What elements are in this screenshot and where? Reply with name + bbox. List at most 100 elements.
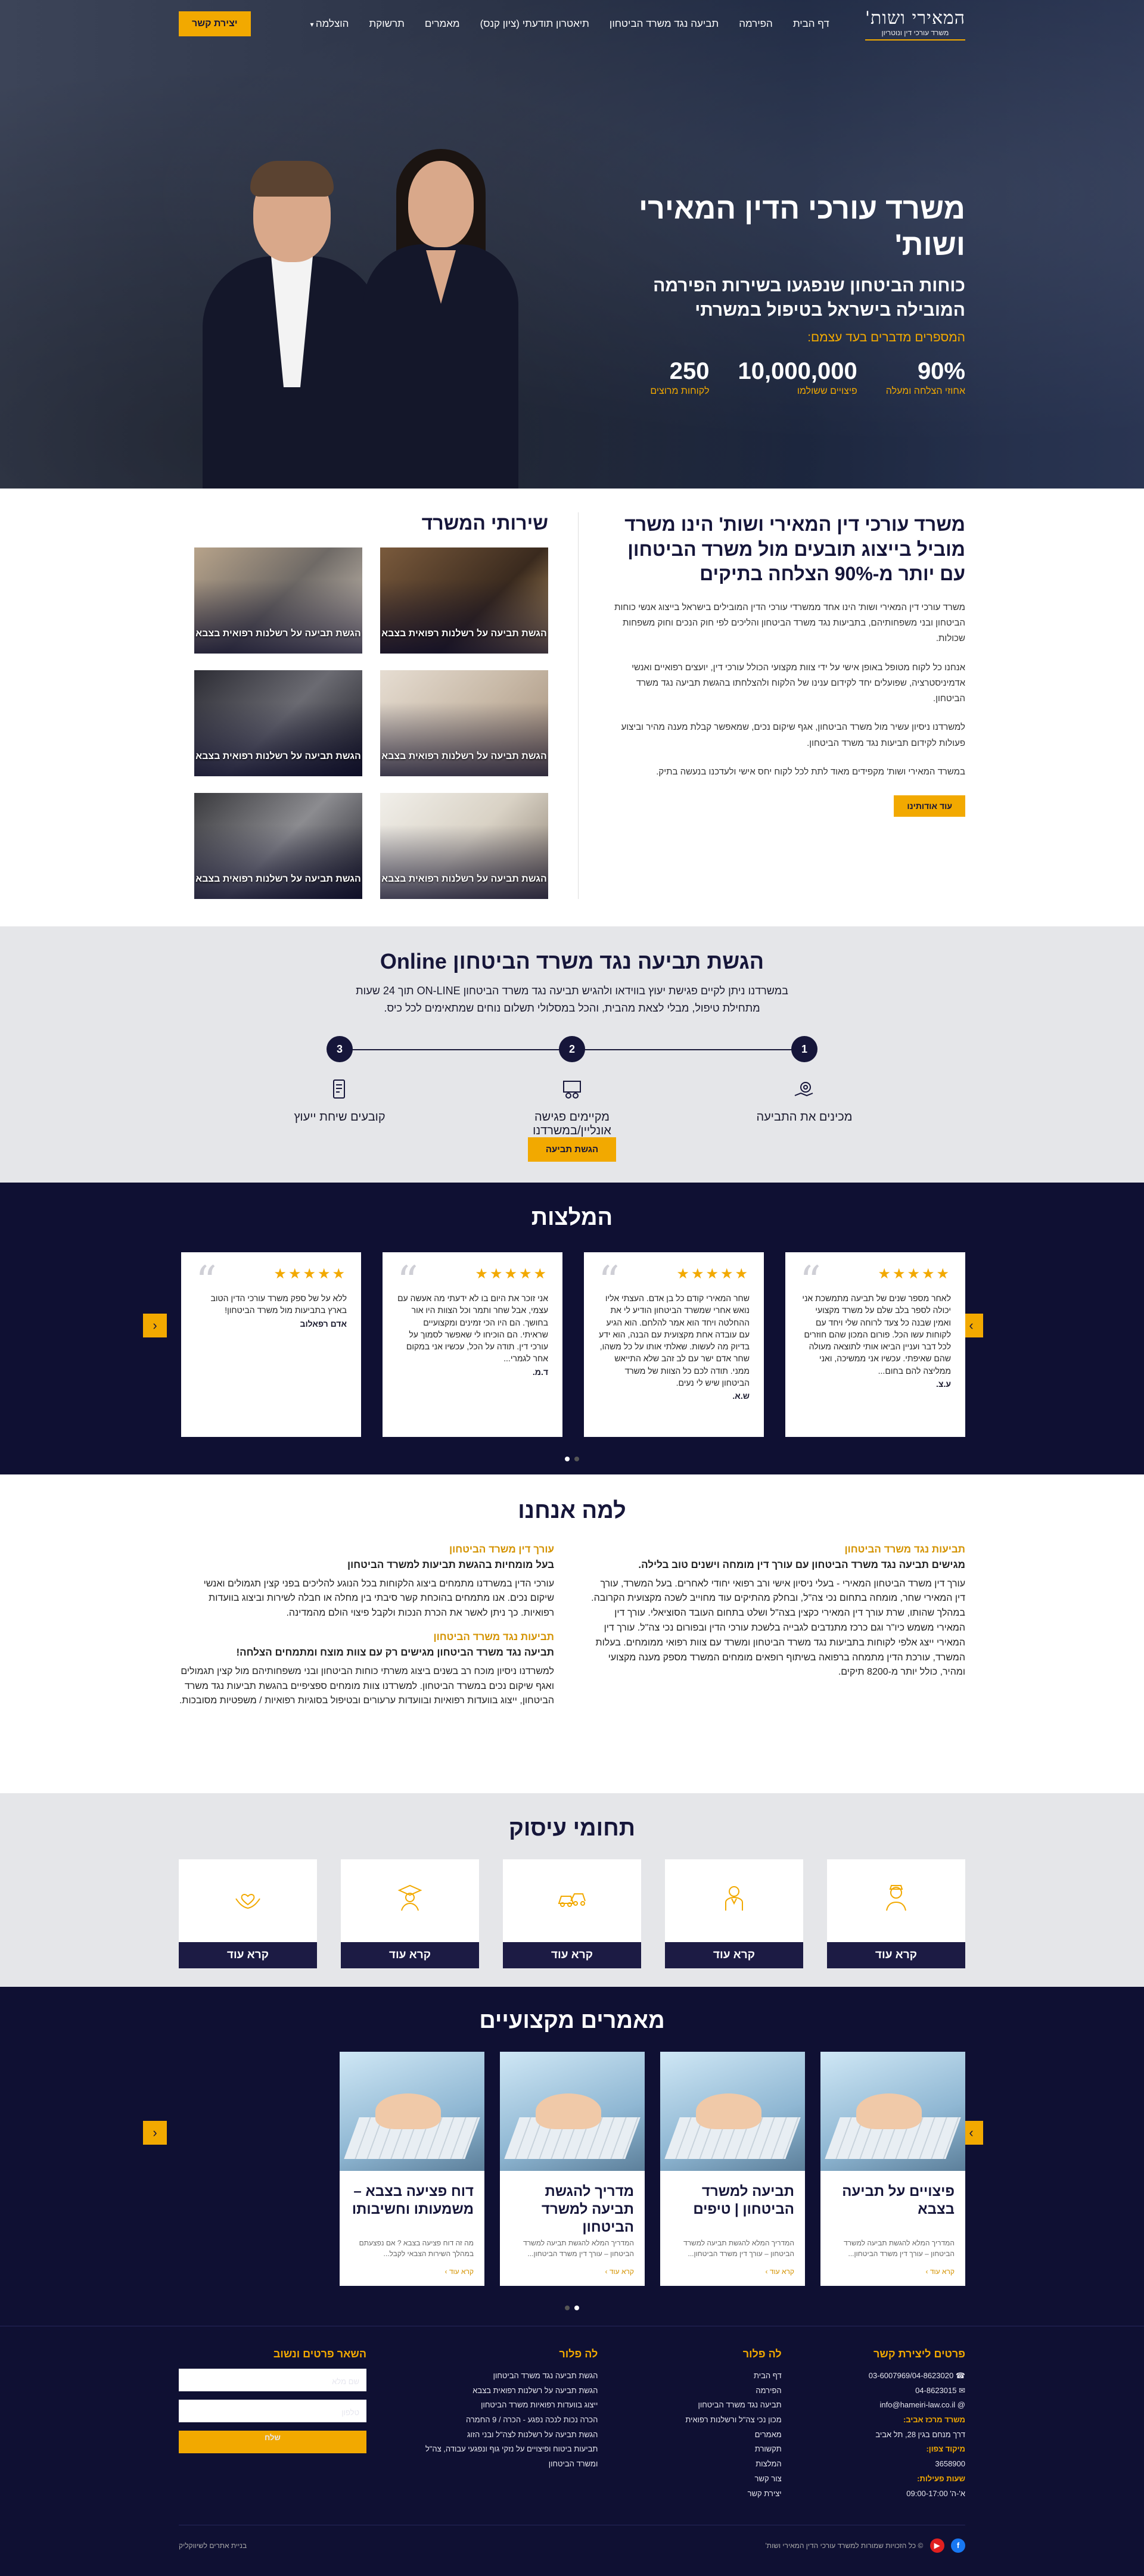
about-text: משרד עורכי דין המאירי ושות' הינו משרד מו…: [578, 512, 965, 899]
article-card[interactable]: מדריך להגשת תביעה למשרד הביטחון המדריך ה…: [500, 2052, 645, 2286]
service-card[interactable]: הגשת תביעה על רשלנות רפואית בצבא: [380, 547, 548, 654]
read-more-button[interactable]: קרא עוד: [341, 1942, 479, 1968]
footer-email[interactable]: @ info@hameiri-law.co.il: [822, 2398, 965, 2413]
read-more-button[interactable]: קרא עוד: [827, 1942, 965, 1968]
nav-item-dropdown[interactable]: הוצלמה: [310, 18, 349, 30]
contact-button[interactable]: יצירת קשר: [179, 11, 251, 36]
facebook-icon[interactable]: f: [951, 2538, 965, 2553]
carousel-dot[interactable]: [574, 1457, 579, 1461]
article-read-more[interactable]: קרא עוד ›: [820, 2259, 965, 2276]
articles-prev-arrow[interactable]: ‹: [143, 2121, 167, 2145]
nav-item-media[interactable]: תרשוקת: [369, 18, 404, 30]
stat-label: לקוחות מרוצים: [650, 386, 710, 396]
submit-claim-button[interactable]: הגשת תביעה: [527, 1137, 617, 1162]
service-card[interactable]: הגשת תביעה על רשלנות רפואית בצבא: [194, 670, 362, 776]
footer-nav-column: לה פלור דף הבית הפירמה תביעה נגד משרד הב…: [639, 2348, 782, 2502]
article-read-more[interactable]: קרא עוד ›: [500, 2259, 645, 2276]
article-card[interactable]: תביעה למשרד הביטחון | טיפים המדריך המלא …: [660, 2052, 805, 2286]
footer-office-address: דרך מנחם בגין 28, תל אביב: [875, 2429, 965, 2439]
nav-item-claim[interactable]: תביעה נגד משרד הביטחון: [610, 18, 719, 30]
footer-link[interactable]: צור קשר: [639, 2472, 782, 2487]
article-title[interactable]: מדריך להגשת תביעה למשרד הביטחון: [500, 2171, 645, 2238]
footer-link[interactable]: דף הבית: [639, 2369, 782, 2384]
service-card[interactable]: הגשת תביעה על רשלנות רפואית בצבא: [194, 793, 362, 899]
nav-item-articles[interactable]: מאמרים: [425, 18, 460, 30]
footer-link[interactable]: תקשורת: [639, 2442, 782, 2457]
article-card[interactable]: פיצויים על תביעה בצבא המדריך המלא להגשת …: [820, 2052, 965, 2286]
footer-link[interactable]: הגשת תביעה על רשלנות רפואית בצבא: [407, 2384, 598, 2398]
stat-value: 10,000,000: [738, 358, 857, 384]
why-title: למה אנחנו: [518, 1498, 626, 1523]
service-card[interactable]: הגשת תביעה על רשלנות רפואית בצבא: [380, 670, 548, 776]
footer-link[interactable]: הכרה נכות לנכה נפגע - הכרה / 9 החמרה: [407, 2413, 598, 2428]
practice-card[interactable]: קרא עוד: [341, 1859, 479, 1968]
practice-card[interactable]: קרא עוד: [665, 1859, 803, 1968]
footer-link[interactable]: הפירמה: [639, 2384, 781, 2398]
footer-form-column: השאר פרטים ונשוב שם מלא טלפון שלח: [179, 2348, 367, 2501]
article-excerpt: מה זה דוח פציעה בצבא ? אם נפצעתם במהלך ה…: [359, 2239, 474, 2258]
footer-link[interactable]: הגשת תביעה נגד משרד הביטחון: [407, 2369, 598, 2384]
footer-link[interactable]: מכון נכי צה"ל ורשלנות רפואית: [639, 2413, 781, 2428]
phone-field[interactable]: טלפון: [179, 2400, 367, 2422]
practice-card[interactable]: קרא עוד: [503, 1859, 641, 1968]
hero-stats: 90% אחוזי הצלחה ומעלה 10,000,000 פיצויים…: [632, 358, 965, 397]
article-image: [340, 2052, 484, 2171]
article-title[interactable]: דוח פציעה בצבא – משמעותו וחשיבותו: [340, 2171, 484, 2238]
hero-title: משרד עורכי הדין המאירי ושות': [639, 192, 965, 262]
carousel-dots: [0, 2303, 1144, 2313]
article-read-more[interactable]: קרא עוד ›: [660, 2259, 805, 2276]
youtube-icon[interactable]: ▶: [930, 2538, 944, 2553]
site-logo[interactable]: המאירי ושות' משרד עורכי דין ונוטריון: [865, 8, 965, 41]
footer-phone[interactable]: ☎ 03-6007969/04-8623020: [822, 2369, 965, 2384]
service-card[interactable]: הגשת תביעה על רשלנות רפואית בצבא: [380, 793, 548, 899]
gear-hand-icon: [794, 1081, 813, 1096]
practice-card[interactable]: קרא עוד: [179, 1859, 317, 1968]
read-more-button[interactable]: קרא עוד: [503, 1942, 641, 1968]
practice-card[interactable]: קרא עוד: [827, 1859, 965, 1968]
carousel-dot-active[interactable]: [574, 2306, 579, 2310]
about-more-button[interactable]: עוד אודותינו: [894, 795, 965, 817]
footer-link[interactable]: המלצות: [639, 2457, 781, 2472]
article-title[interactable]: תביעה למשרד הביטחון | טיפים: [660, 2171, 805, 2238]
article-excerpt: המדריך המלא להגשת תביעה למשרד הביטחון – …: [523, 2239, 634, 2258]
credit-text[interactable]: בניית אתרים לשיווקליק: [179, 2541, 247, 2550]
testimonial-card: “ ★★★★★ לאחר מספר שנים של תביעה מתמשכת א…: [785, 1252, 965, 1437]
nav-item-firm[interactable]: הפירמה: [739, 18, 773, 30]
nav-item-theater[interactable]: תיאטרון תודעתי (ציון קנס): [480, 18, 589, 30]
services-title: שירותי המשרד: [421, 512, 548, 534]
about-paragraph: משרד עורכי דין המאירי ושות' הינו אחד ממש…: [614, 602, 965, 644]
service-label: הגשת תביעה על רשלנות רפואית בצבא: [381, 751, 547, 762]
step-consult: 3 קובעים שיחת ייעוץ: [262, 1035, 417, 1124]
carousel-dot-active[interactable]: [565, 1457, 570, 1461]
nav-item-home[interactable]: דף הבית: [793, 18, 829, 30]
article-card[interactable]: דוח פציעה בצבא – משמעותו וחשיבותו מה זה …: [340, 2052, 484, 2286]
testimonials-prev-arrow[interactable]: ‹: [143, 1314, 167, 1337]
footer-link[interactable]: תביעה נגד משרד הביטחון: [639, 2398, 782, 2413]
footer-bottom-bar: f ▶ © כל הזכויות שמורות למשרד עורכי הדין…: [179, 2525, 965, 2553]
footer-link[interactable]: יצירת קשר: [639, 2487, 782, 2502]
copyright-label: © כל הזכויות שמורות למשרד עורכי הדין המא…: [765, 2541, 924, 2550]
footer-fax: ✉ 04-8623015: [915, 2385, 965, 2395]
read-more-button[interactable]: קרא עוד: [665, 1942, 803, 1968]
send-button[interactable]: שלח: [179, 2431, 367, 2453]
footer-link[interactable]: תביעות ביטוח ופיצויים על נזקי גוף ונפגעי…: [407, 2442, 598, 2471]
article-read-more[interactable]: קרא עוד ›: [340, 2259, 484, 2276]
name-field[interactable]: שם מלא: [179, 2369, 367, 2391]
testimonial-author: ע.צ.: [936, 1379, 951, 1389]
carousel-dot[interactable]: [565, 2306, 570, 2310]
testimonials-section: המלצות › ‹ “ ★★★★★ לאחר מספר שנים של תבי…: [0, 1183, 1144, 1474]
footer-nav-title: לה פלור: [742, 2348, 782, 2360]
quote-icon: “: [598, 1257, 620, 1306]
officer-icon: [725, 1886, 743, 1911]
article-image: [500, 2052, 645, 2171]
about-paragraph: במשרד המאירי ושות' מקפידים מאוד לתת לכל …: [656, 766, 965, 777]
service-card[interactable]: הגשת תביעה על רשלנות רפואית בצבא: [194, 547, 362, 654]
read-more-button[interactable]: קרא עוד: [179, 1942, 317, 1968]
footer-link[interactable]: ייצוג בוועדות רפואיות משרד הביטחון: [407, 2398, 598, 2413]
footer-link[interactable]: הגשת תביעה על רשלנות לצה"ל ובני הזוג: [407, 2428, 598, 2443]
hero-text-block: משרד עורכי הדין המאירי ושות' כוחות הביטח…: [632, 191, 965, 397]
quote-icon: “: [195, 1257, 217, 1306]
footer-link[interactable]: מאמרים: [639, 2428, 782, 2443]
stat-label: פיצויים ששולמו: [797, 386, 857, 396]
article-title[interactable]: פיצויים על תביעה בצבא: [820, 2171, 965, 2238]
